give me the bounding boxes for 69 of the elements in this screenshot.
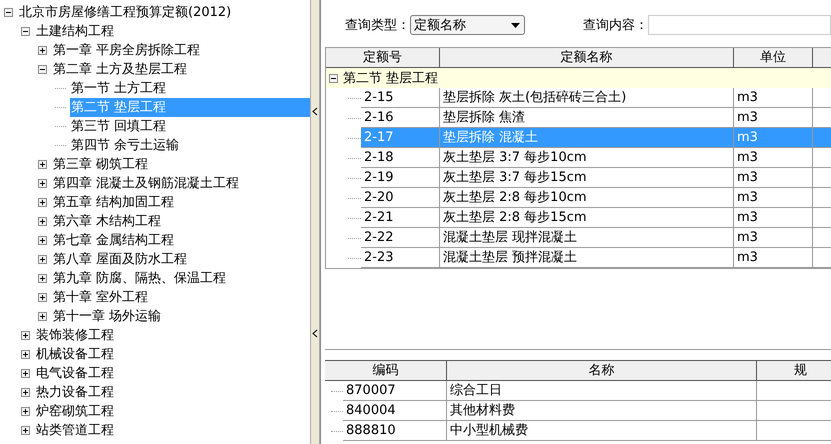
- tree-item[interactable]: 站类管道工程: [35, 421, 310, 440]
- column-header[interactable]: 单位: [734, 48, 813, 67]
- tree-item[interactable]: 第十章 室外工程: [52, 288, 310, 307]
- expand-icon[interactable]: [38, 274, 47, 283]
- expand-icon[interactable]: [21, 331, 30, 340]
- table-cell: 888810: [343, 421, 447, 441]
- tree-item[interactable]: 炉窑砌筑工程: [35, 402, 310, 421]
- expand-icon[interactable]: [21, 426, 30, 435]
- column-header[interactable]: 名称: [447, 361, 757, 380]
- tree-item[interactable]: 第十一章 场外运输: [52, 307, 310, 326]
- table-cell: 2-23: [361, 248, 440, 268]
- collapse-icon[interactable]: [21, 27, 30, 36]
- query-content-field[interactable]: [648, 15, 831, 35]
- group-label: 第二节 垫层工程: [343, 70, 438, 87]
- expand-icon[interactable]: [38, 198, 47, 207]
- table-row[interactable]: 2-18 灰土垫层 3:7 每步10cm m3: [361, 148, 831, 168]
- expand-icon[interactable]: [21, 388, 30, 397]
- caret-icon[interactable]: [312, 328, 318, 338]
- expand-icon[interactable]: [38, 312, 47, 321]
- expand-icon[interactable]: [38, 293, 47, 302]
- table-row[interactable]: 2-21 灰土垫层 2:8 每步15cm m3: [361, 208, 831, 228]
- tree-item[interactable]: 第四章 混凝土及钢筋混凝土工程: [52, 174, 310, 193]
- tree-item[interactable]: 装饰装修工程: [35, 326, 310, 345]
- expand-icon[interactable]: [38, 217, 47, 226]
- query-content-label: 查询内容：: [583, 17, 648, 34]
- column-header[interactable]: 定额号: [326, 48, 440, 67]
- tree-item[interactable]: 第三节 回填工程: [70, 117, 310, 136]
- expand-icon[interactable]: [21, 369, 30, 378]
- column-header[interactable]: 规: [757, 361, 831, 380]
- table-row[interactable]: 2-22 混凝土垫层 现拌混凝土 m3: [361, 228, 831, 248]
- table-cell: 中小型机械费: [447, 421, 757, 441]
- column-header[interactable]: 编码: [325, 361, 447, 380]
- tree-item[interactable]: 电气设备工程: [35, 364, 310, 383]
- collapse-icon[interactable]: [38, 65, 47, 74]
- table-cell: 混凝土垫层 预拌混凝土: [440, 248, 734, 268]
- tree-item[interactable]: 第三章 砌筑工程: [52, 155, 310, 174]
- tree-item[interactable]: 机械设备工程: [35, 345, 310, 364]
- expand-icon[interactable]: [38, 160, 47, 169]
- tree-item[interactable]: 北京市房屋修缮工程预算定额(2012): [18, 3, 310, 22]
- expand-icon[interactable]: [38, 255, 47, 264]
- tree-item[interactable]: 热力设备工程: [35, 383, 310, 402]
- tree-item[interactable]: 第五章 结构加固工程: [52, 193, 310, 212]
- query-type-dropdown[interactable]: 定额名称: [410, 15, 525, 35]
- caret-icon[interactable]: [312, 106, 318, 116]
- expand-icon[interactable]: [21, 407, 30, 416]
- column-header[interactable]: 定额名称: [440, 48, 734, 67]
- collapse-icon[interactable]: [329, 74, 338, 82]
- expand-icon[interactable]: [38, 179, 47, 188]
- table-row[interactable]: 2-15 垫层拆除 灰土(包括碎砖三合土) m3: [361, 88, 831, 108]
- tree-item[interactable]: 第四节 余亏土运输: [70, 136, 310, 155]
- tree-item[interactable]: 第七章 金属结构工程: [52, 231, 310, 250]
- tree-item[interactable]: 土建结构工程: [35, 22, 310, 41]
- tree-item[interactable]: 第六章 木结构工程: [52, 212, 310, 231]
- table-row[interactable]: 2-23 混凝土垫层 预拌混凝土 m3: [361, 248, 831, 268]
- table-cell: m3: [734, 248, 813, 268]
- query-type-label: 查询类型：: [345, 17, 410, 34]
- tree-item[interactable]: 第一节 土方工程: [70, 79, 310, 98]
- tree-item[interactable]: 第九章 防腐、隔热、保温工程: [52, 269, 310, 288]
- expand-icon[interactable]: [38, 236, 47, 245]
- dropdown-caret-icon: [511, 22, 520, 28]
- tree-item[interactable]: 第一章 平房全房拆除工程: [52, 41, 310, 60]
- expand-icon[interactable]: [21, 350, 30, 359]
- table-row[interactable]: 2-20 灰土垫层 2:8 每步10cm m3: [361, 188, 831, 208]
- tree-item[interactable]: 第二章 土方及垫层工程: [52, 60, 310, 79]
- collapse-icon[interactable]: [4, 8, 13, 17]
- expand-icon[interactable]: [38, 46, 47, 55]
- tree-item[interactable]: 第八章 屋面及防水工程: [52, 250, 310, 269]
- table-row[interactable]: 2-16 垫层拆除 焦渣 m3: [361, 108, 831, 128]
- table-row[interactable]: 2-19 灰土垫层 3:7 每步15cm m3: [361, 168, 831, 188]
